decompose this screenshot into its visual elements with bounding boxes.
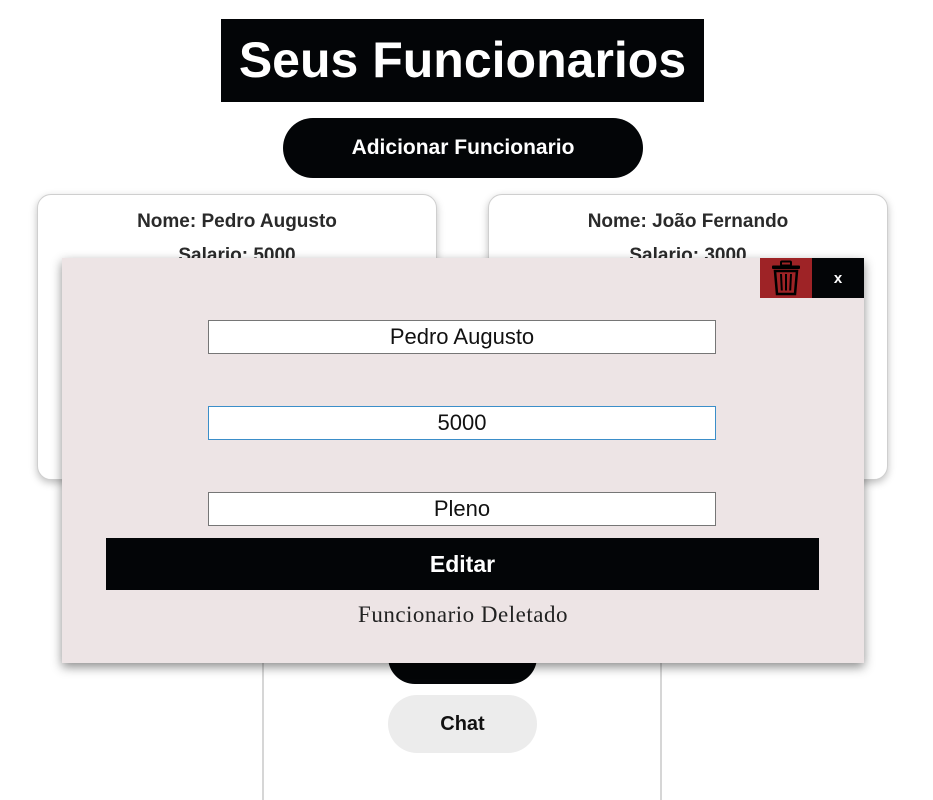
- name-field[interactable]: [208, 320, 716, 354]
- chat-button[interactable]: Chat: [388, 695, 537, 753]
- salary-field[interactable]: [208, 406, 716, 440]
- employee-name: Nome: João Fernando: [587, 211, 789, 232]
- level-field[interactable]: [208, 492, 716, 526]
- delete-button[interactable]: [760, 258, 812, 298]
- status-message: Funcionario Deletado: [358, 602, 568, 627]
- close-button[interactable]: x: [812, 258, 864, 298]
- edit-employee-modal: x Editar Funcionario Deletado: [62, 258, 864, 663]
- employee-name: Nome: Pedro Augusto: [137, 211, 337, 232]
- add-employee-button[interactable]: Adicionar Funcionario: [283, 118, 643, 178]
- trash-icon: [770, 260, 802, 296]
- page-title: Seus Funcionarios: [221, 19, 704, 102]
- edit-button[interactable]: Editar: [106, 538, 819, 590]
